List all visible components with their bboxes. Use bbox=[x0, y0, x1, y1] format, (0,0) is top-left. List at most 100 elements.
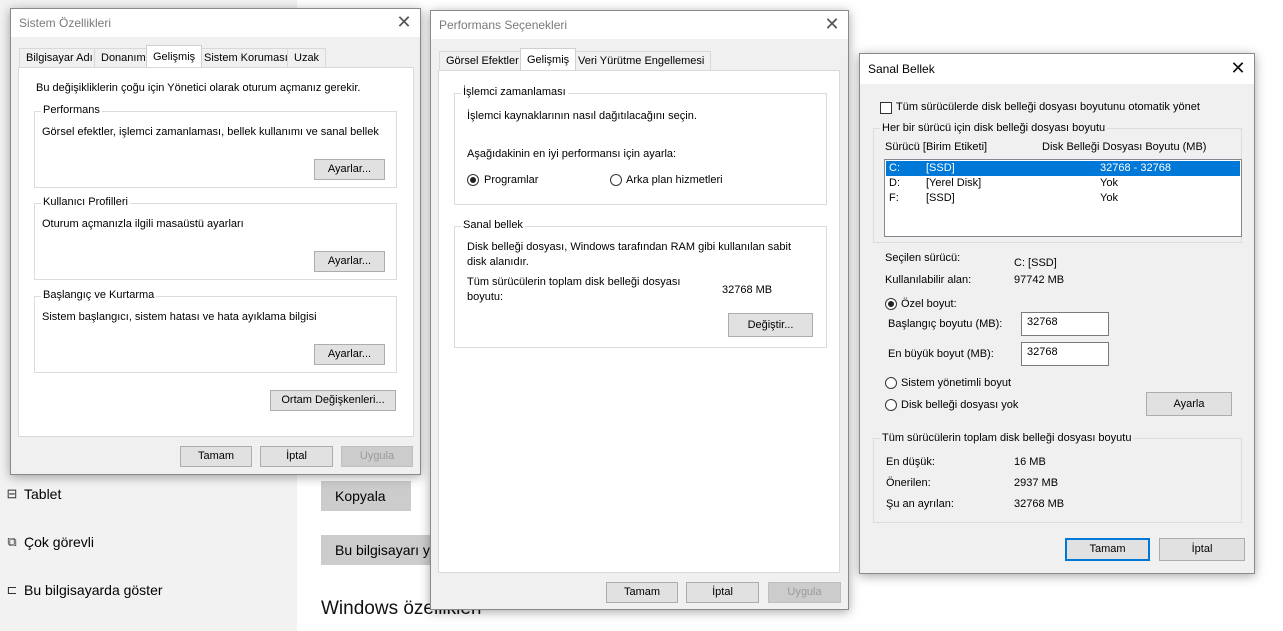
drive-column-header: Sürücü [Birim Etiketi] bbox=[885, 141, 988, 153]
group-title: Tüm sürücülerin toplam disk belleği dosy… bbox=[880, 432, 1134, 444]
minimum-label: En düşük: bbox=[886, 456, 935, 468]
cancel-button[interactable]: İptal bbox=[686, 582, 759, 603]
nav-item-tablet[interactable]: ⊟ Tablet bbox=[0, 482, 62, 506]
dialog-title: Performans Seçenekleri bbox=[439, 18, 568, 32]
system-properties-dialog: Sistem Özellikleri ✕ Bilgisayar Adı Dona… bbox=[10, 8, 421, 475]
max-size-input[interactable]: 32768 bbox=[1021, 342, 1109, 366]
ok-button[interactable]: Tamam bbox=[180, 446, 252, 467]
profiles-settings-button[interactable]: Ayarlar... bbox=[314, 251, 385, 272]
max-size-label: En büyük boyut (MB): bbox=[888, 348, 994, 360]
profiles-desc: Oturum açmanızla ilgili masaüstü ayarlar… bbox=[42, 218, 244, 230]
no-paging-file-label: Disk belleği dosyası yok bbox=[901, 399, 1019, 411]
drive-size: 32768 - 32768 bbox=[1100, 162, 1171, 174]
performance-options-dialog: Performans Seçenekleri ✕ Görsel Efektler… bbox=[430, 10, 849, 610]
performance-settings-button[interactable]: Ayarlar... bbox=[314, 159, 385, 180]
system-managed-radio[interactable] bbox=[885, 377, 897, 389]
tab-advanced[interactable]: Gelişmiş bbox=[146, 45, 203, 67]
title-bar: Performans Seçenekleri ✕ bbox=[431, 11, 848, 39]
nav-item-project[interactable]: ⊏ Bu bilgisayarda göster bbox=[0, 578, 163, 602]
group-title: Sanal bellek bbox=[461, 219, 525, 231]
drive-letter: C: bbox=[889, 162, 900, 174]
performance-group: Performans Görsel efektler, işlemci zama… bbox=[34, 104, 397, 188]
size-column-header: Disk Belleği Dosyası Boyutu (MB) bbox=[1042, 141, 1207, 153]
cancel-button[interactable]: İptal bbox=[260, 446, 333, 467]
rename-pc-button[interactable]: Bu bilgisayarı ye bbox=[321, 535, 433, 565]
cancel-button[interactable]: İptal bbox=[1159, 538, 1245, 561]
drive-list[interactable]: C: [SSD] 32768 - 32768 D: [Yerel Disk] Y… bbox=[884, 159, 1242, 237]
tab-hardware[interactable]: Donanım bbox=[94, 48, 153, 67]
programs-label: Programlar bbox=[484, 174, 539, 186]
admin-note: Bu değişikliklerin çoğu için Yönetici ol… bbox=[36, 82, 361, 94]
group-title: Kullanıcı Profilleri bbox=[41, 196, 130, 208]
drive-size: Yok bbox=[1100, 192, 1118, 204]
drive-label: [SSD] bbox=[926, 162, 955, 174]
background-services-label: Arka plan hizmetleri bbox=[626, 174, 723, 186]
group-title: Başlangıç ve Kurtarma bbox=[41, 289, 157, 301]
user-profiles-group: Kullanıcı Profilleri Oturum açmanızla il… bbox=[34, 196, 397, 280]
totals-group: Tüm sürücülerin toplam disk belleği dosy… bbox=[873, 432, 1242, 523]
system-managed-label: Sistem yönetimli boyut bbox=[901, 377, 1012, 389]
dialog-title: Sistem Özellikleri bbox=[19, 16, 112, 30]
group-title: Performans bbox=[41, 104, 102, 116]
vm-total-label-line1: Tüm sürücülerin toplam disk belleği dosy… bbox=[467, 276, 681, 288]
drive-size: Yok bbox=[1100, 177, 1118, 189]
apply-button[interactable]: Uygula bbox=[341, 446, 413, 467]
environment-variables-button[interactable]: Ortam Değişkenleri... bbox=[270, 390, 396, 411]
drive-row-d[interactable]: D: [Yerel Disk] Yok bbox=[886, 176, 1240, 191]
tab-remote[interactable]: Uzak bbox=[287, 48, 327, 67]
ok-button[interactable]: Tamam bbox=[1065, 538, 1150, 561]
title-bar: Sanal Bellek ✕ bbox=[860, 54, 1254, 84]
set-button[interactable]: Ayarla bbox=[1146, 392, 1232, 416]
close-icon[interactable]: ✕ bbox=[1226, 59, 1250, 79]
drive-row-f[interactable]: F: [SSD] Yok bbox=[886, 191, 1240, 206]
startup-desc: Sistem başlangıcı, sistem hatası ve hata… bbox=[42, 311, 317, 323]
copy-button[interactable]: Kopyala bbox=[321, 481, 411, 511]
recommended-label: Önerilen: bbox=[886, 477, 931, 489]
programs-radio[interactable] bbox=[467, 174, 479, 186]
nav-item-label: Çok görevli bbox=[24, 534, 95, 550]
adjust-for-label: Aşağıdakinin en iyi performansı için aya… bbox=[467, 148, 677, 160]
tab-computer-name[interactable]: Bilgisayar Adı bbox=[19, 48, 100, 67]
performance-desc: Görsel efektler, işlemci zamanlaması, be… bbox=[42, 126, 379, 138]
no-paging-file-radio[interactable] bbox=[885, 399, 897, 411]
initial-size-label: Başlangıç boyutu (MB): bbox=[888, 318, 1003, 330]
custom-size-radio[interactable] bbox=[885, 298, 897, 310]
tab-system-protection[interactable]: Sistem Koruması bbox=[197, 48, 295, 67]
auto-manage-checkbox[interactable] bbox=[880, 102, 892, 114]
apply-button[interactable]: Uygula bbox=[768, 582, 841, 603]
tab-advanced[interactable]: Gelişmiş bbox=[520, 48, 577, 70]
vm-desc-line2: disk alanıdır. bbox=[467, 256, 529, 268]
tab-strip: Görsel Efektler Gelişmiş Veri Yürütme En… bbox=[439, 48, 839, 71]
close-icon[interactable]: ✕ bbox=[392, 13, 416, 33]
startup-recovery-group: Başlangıç ve Kurtarma Sistem başlangıcı,… bbox=[34, 289, 397, 373]
drive-letter: D: bbox=[889, 177, 900, 189]
tab-panel: İşlemci zamanlaması İşlemci kaynaklarını… bbox=[438, 70, 840, 573]
vm-total-value: 32768 MB bbox=[722, 284, 773, 296]
change-button[interactable]: Değiştir... bbox=[728, 313, 813, 337]
nav-item-label: Tablet bbox=[24, 486, 62, 502]
recommended-value: 2937 MB bbox=[1014, 477, 1059, 489]
currently-allocated-value: 32768 MB bbox=[1014, 498, 1065, 510]
project-icon: ⊏ bbox=[6, 582, 18, 597]
currently-allocated-label: Şu an ayrılan: bbox=[886, 498, 954, 510]
custom-size-label: Özel boyut: bbox=[901, 298, 957, 310]
startup-settings-button[interactable]: Ayarlar... bbox=[314, 344, 385, 365]
selected-drive-label: Seçilen sürücü: bbox=[885, 252, 961, 264]
minimum-value: 16 MB bbox=[1014, 456, 1046, 468]
tab-dep[interactable]: Veri Yürütme Engellemesi bbox=[571, 51, 712, 70]
ok-button[interactable]: Tamam bbox=[606, 582, 678, 603]
processor-scheduling-group: İşlemci zamanlaması İşlemci kaynaklarını… bbox=[454, 86, 827, 205]
vm-desc-line1: Disk belleği dosyası, Windows tarafından… bbox=[467, 241, 792, 253]
close-icon[interactable]: ✕ bbox=[820, 15, 844, 35]
virtual-memory-group: Sanal bellek Disk belleği dosyası, Windo… bbox=[454, 219, 827, 348]
per-drive-group: Her bir sürücü için disk belleği dosyası… bbox=[873, 122, 1242, 243]
vm-total-label-line2: boyutu: bbox=[467, 291, 504, 303]
auto-manage-label: Tüm sürücülerde disk belleği dosyası boy… bbox=[896, 101, 1200, 113]
tab-panel: Bu değişikliklerin çoğu için Yönetici ol… bbox=[18, 67, 414, 437]
initial-size-input[interactable]: 32768 bbox=[1021, 312, 1109, 336]
drive-row-c[interactable]: C: [SSD] 32768 - 32768 bbox=[886, 161, 1240, 176]
tab-visual-effects[interactable]: Görsel Efektler bbox=[439, 51, 526, 70]
background-services-radio[interactable] bbox=[610, 174, 622, 186]
tab-strip: Bilgisayar Adı Donanım Gelişmiş Sistem K… bbox=[19, 45, 415, 68]
nav-item-multitask[interactable]: ⧉ Çok görevli bbox=[0, 530, 94, 554]
